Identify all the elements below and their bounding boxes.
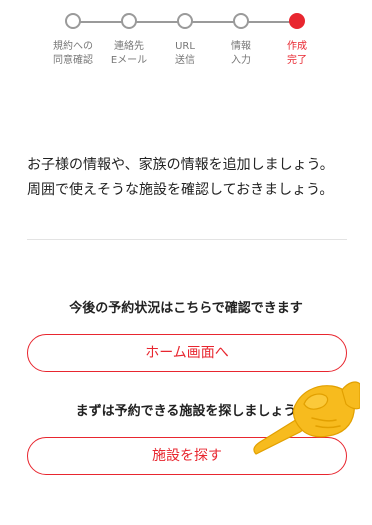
step-dot-active bbox=[289, 13, 305, 29]
step-dot bbox=[233, 13, 249, 29]
step-dot bbox=[177, 13, 193, 29]
divider bbox=[27, 239, 347, 240]
progress-stepper: 規約への 同意確認 連絡先 Eメール URL 送信 情報 入力 作成 完了 bbox=[0, 0, 372, 80]
go-home-button[interactable]: ホーム画面へ bbox=[27, 334, 347, 372]
pointing-hand-icon bbox=[253, 381, 360, 455]
step-label: 作成 完了 bbox=[287, 41, 307, 66]
home-caption: 今後の予約状況はこちらで確認できます bbox=[69, 301, 303, 316]
step-creation-complete: 作成 完了 bbox=[262, 13, 332, 68]
intro-message: お子様の情報や、家族の情報を追加しましょう。周囲で使えそうな施設を確認しておきま… bbox=[27, 157, 334, 198]
step-dot bbox=[65, 13, 81, 29]
step-dot bbox=[121, 13, 137, 29]
